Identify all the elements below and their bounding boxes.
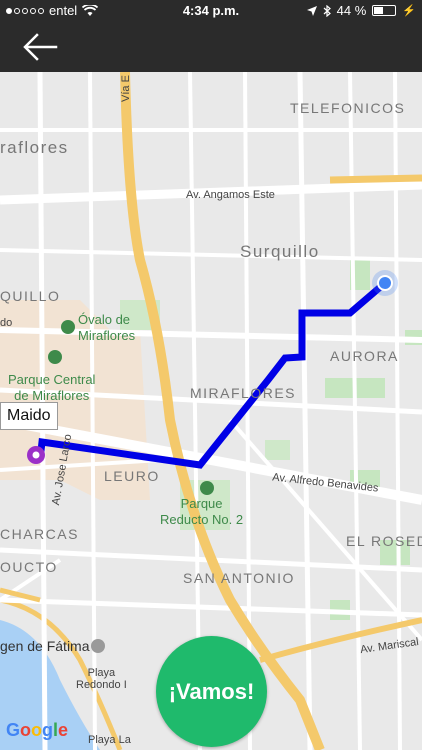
google-letter: o bbox=[31, 720, 43, 740]
status-bar: entel 4:34 p.m. 44 % ⚡ bbox=[0, 0, 422, 22]
park-icon bbox=[48, 350, 62, 364]
map-label-charcas: CHARCAS bbox=[0, 526, 79, 542]
map-label-ovalo: Óvalo de Miraflores bbox=[78, 312, 136, 343]
google-letter: e bbox=[58, 720, 69, 740]
destination-callout[interactable]: Maido bbox=[0, 402, 58, 430]
arrow-left-icon bbox=[23, 33, 58, 61]
back-button[interactable] bbox=[20, 30, 60, 64]
map-label-fatima: gen de Fátima bbox=[0, 638, 90, 654]
google-letter: g bbox=[42, 720, 54, 740]
church-icon bbox=[91, 639, 105, 653]
map-label-via-ex: Vía E bbox=[120, 75, 132, 102]
location-arrow-icon bbox=[306, 5, 317, 16]
map-label-miraflores: MIRAFLORES bbox=[190, 385, 297, 401]
map-label-parque-reducto: Parque Reducto No. 2 bbox=[160, 496, 244, 527]
battery-fill bbox=[374, 7, 384, 14]
google-letter: o bbox=[20, 720, 32, 740]
nav-bar bbox=[0, 22, 422, 72]
map-label-telefonicos: TELEFONICOS bbox=[290, 100, 406, 116]
map-label-aurora: AURORA bbox=[330, 348, 399, 364]
map-label-av-angamos: Av. Angamos Este bbox=[186, 189, 275, 201]
park-icon bbox=[61, 320, 75, 334]
origin-dot bbox=[377, 275, 393, 291]
park-icon bbox=[200, 481, 214, 495]
map-label-leuro: LEURO bbox=[104, 468, 160, 484]
map-label-parque-central: Parque Central de Miraflores bbox=[8, 372, 96, 403]
map-label-surquillo: Surquillo bbox=[240, 242, 320, 261]
battery-icon bbox=[372, 5, 397, 16]
vamos-button[interactable]: ¡Vamos! bbox=[156, 636, 267, 747]
charging-icon: ⚡ bbox=[402, 5, 416, 17]
map-label-playa-la: Playa La bbox=[88, 734, 131, 746]
battery-percent: 44 % bbox=[336, 3, 367, 18]
map-label-do: do bbox=[0, 317, 13, 329]
map-label-san-antonio: SAN ANTONIO bbox=[183, 570, 295, 586]
map-label-oucto: OUCTO bbox=[0, 559, 58, 575]
google-letter: G bbox=[6, 720, 21, 740]
map-label-el-rosed: EL ROSED bbox=[346, 533, 422, 549]
google-logo: Google bbox=[6, 720, 68, 741]
bluetooth-icon bbox=[323, 4, 331, 17]
park-area bbox=[265, 440, 290, 460]
map-label-playa-redondo: Playa Redondo I bbox=[76, 667, 127, 691]
map-label-miraflores-top: raflores bbox=[0, 138, 69, 157]
status-right: 44 % ⚡ bbox=[306, 3, 416, 18]
map-label-quillo: QUILLO bbox=[0, 288, 61, 304]
